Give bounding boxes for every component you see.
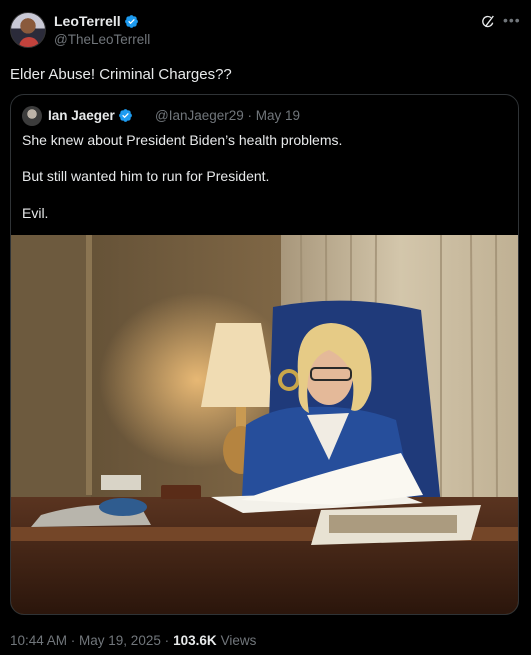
- views-count: 103.6K: [173, 633, 217, 648]
- author-name[interactable]: LeoTerrell: [54, 13, 139, 29]
- quoted-author-name-text: Ian Jaeger: [48, 108, 115, 123]
- quoted-author-name[interactable]: Ian Jaeger: [48, 108, 133, 123]
- verified-badge-icon: [124, 14, 138, 28]
- quoted-tweet[interactable]: Ian Jaeger @IanJaeger29 · May 19 She kne…: [10, 94, 519, 615]
- author-name-text: LeoTerrell: [54, 13, 121, 29]
- tweet-text: Elder Abuse! Criminal Charges??: [10, 66, 232, 83]
- verified-badge-icon: [118, 109, 132, 122]
- quoted-text-line: But still wanted him to run for Presiden…: [22, 168, 270, 184]
- views-label: Views: [220, 633, 257, 648]
- quoted-text-line: Evil.: [22, 205, 49, 221]
- timestamp[interactable]: 10:44 AM · May 19, 2025 ·: [10, 633, 169, 648]
- more-icon[interactable]: •••: [503, 13, 521, 30]
- quoted-author-handle[interactable]: @IanJaeger29 · May 19: [155, 108, 300, 123]
- author-avatar[interactable]: [10, 12, 46, 48]
- quoted-text-line: She knew about President Biden’s health …: [22, 132, 343, 148]
- author-handle[interactable]: @TheLeoTerrell: [54, 32, 150, 47]
- quoted-author-avatar[interactable]: [22, 106, 42, 126]
- grok-icon[interactable]: [480, 14, 496, 30]
- tweet-footer: 10:44 AM · May 19, 2025 · 103.6K Views: [10, 633, 256, 648]
- quoted-photo[interactable]: [11, 235, 519, 615]
